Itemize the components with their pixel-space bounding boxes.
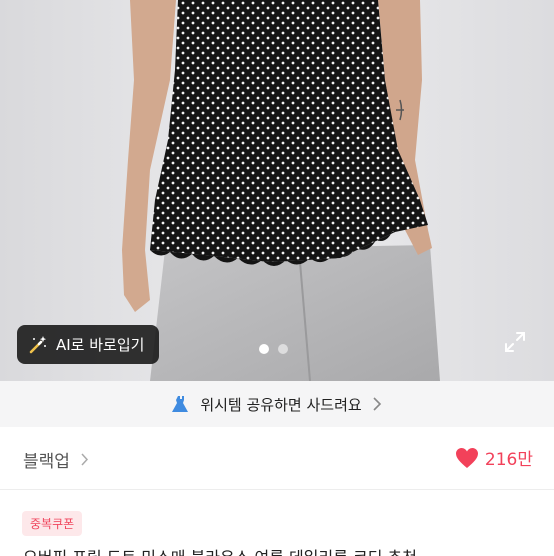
heart-icon — [455, 447, 478, 468]
duplicate-coupon-badge: 중복쿠폰 — [22, 511, 83, 536]
carousel-dot-1[interactable] — [259, 344, 269, 354]
ai-try-on-button[interactable]: AI로 바로입기 — [17, 325, 159, 364]
product-info-row: 블랙업 216만 — [0, 427, 554, 490]
chevron-right-icon — [81, 453, 88, 466]
description-text: 오버핏 프릴 도트 민소매 블라우스 여름 데일리룩 코디 추천 — [23, 546, 543, 556]
wish-share-banner[interactable]: 위시템 공유하면 사드려요 — [0, 381, 554, 427]
like-count: 216만 — [484, 450, 533, 470]
like-button[interactable]: 216만 — [455, 445, 533, 470]
category-link[interactable]: 블랙업 — [23, 447, 89, 472]
dress-icon — [172, 396, 189, 412]
chevron-right-icon — [373, 397, 381, 411]
category-label: 블랙업 — [23, 452, 70, 472]
product-description-preview: 오버핏 프릴 도트 민소매 블라우스 여름 데일리룩 코디 추천 — [23, 546, 543, 556]
ai-try-on-label: AI로 바로입기 — [56, 336, 145, 354]
carousel-dot-2[interactable] — [278, 344, 288, 354]
wish-banner-text: 위시템 공유하면 사드려요 — [200, 395, 362, 414]
model-photo-illustration — [0, 0, 554, 381]
expand-icon[interactable] — [503, 330, 527, 354]
coupon-label: 중복쿠폰 — [30, 517, 75, 531]
magic-wand-icon — [29, 335, 47, 353]
carousel-indicator — [259, 344, 288, 354]
product-photo[interactable]: AI로 바로입기 — [0, 0, 554, 381]
